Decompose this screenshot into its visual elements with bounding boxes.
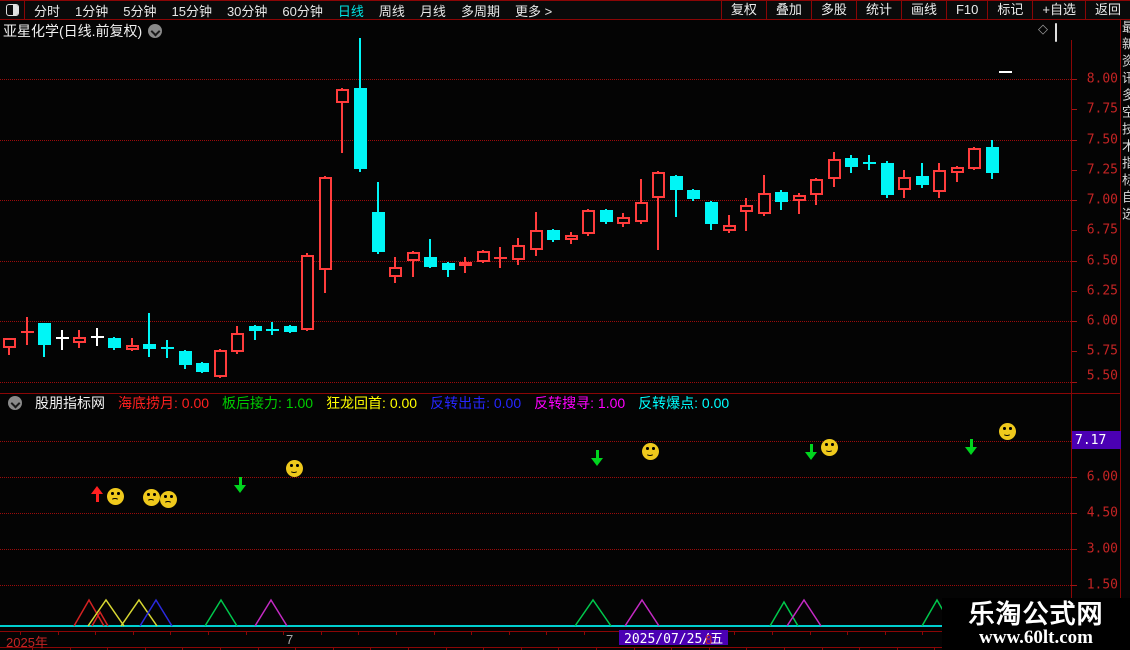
smiley-face-icon (999, 423, 1016, 440)
time-axis-tick (321, 632, 322, 635)
time-axis-tick (471, 632, 472, 635)
smiley-face-icon (642, 443, 659, 460)
time-axis-tick (922, 632, 923, 635)
signal-triangle (204, 598, 238, 627)
indicator-gridline (0, 549, 1071, 550)
trading-app-window: 分时 1分钟 5分钟 15分钟 30分钟 60分钟 日线 周线 月线 多周期 更多 > 复权 叠加 多股… (0, 0, 1130, 650)
time-axis-year-label: 2025年 (6, 635, 48, 650)
signal-triangle (786, 598, 822, 627)
indicator-axis-label: 1.50 (1086, 577, 1118, 593)
right-strip-label: 最新资讯多空技术指标自选 (1121, 20, 1130, 224)
arrow-head (805, 452, 817, 460)
down-arrow-icon (591, 450, 603, 466)
down-arrow-icon (234, 477, 246, 493)
signal-triangle (254, 598, 288, 627)
smiley-face-icon (821, 439, 838, 456)
indicator-axis-label: 4.50 (1086, 505, 1118, 521)
time-axis-tick (734, 632, 735, 635)
down-arrow-icon (965, 439, 977, 455)
time-axis-tick (170, 632, 171, 635)
up-arrow-icon (91, 486, 103, 502)
indicator-panel[interactable]: 6.00 4.50 3.00 1.50 (0, 0, 1130, 650)
time-axis-tick (58, 632, 59, 635)
arrow-head (591, 458, 603, 466)
time-axis-month-label: 7 (286, 632, 294, 647)
time-axis-month-label: 8 (705, 632, 713, 647)
down-arrow-icon (805, 444, 817, 460)
watermark-title: 乐淘公式网 (968, 598, 1104, 629)
time-axis-tick (358, 632, 359, 635)
time-axis-tick (396, 632, 397, 635)
time-axis-tick (584, 632, 585, 635)
time-axis-tick (885, 632, 886, 635)
time-axis-tick (509, 632, 510, 635)
signal-triangle (769, 600, 799, 627)
current-value-badge: 7.17 (1072, 431, 1122, 449)
time-axis-tick (133, 632, 134, 635)
signal-triangle (139, 598, 173, 627)
signal-triangle (120, 598, 158, 627)
time-axis-tick (546, 632, 547, 635)
indicator-gridline (0, 513, 1071, 514)
arrow-head (91, 486, 103, 494)
time-axis-tick (283, 632, 284, 635)
arrow-stem (95, 493, 99, 502)
indicator-gridline (0, 441, 1071, 442)
sad-face-icon (143, 489, 160, 506)
time-axis-tick (810, 632, 811, 635)
watermark-url: www.60lt.com (979, 626, 1093, 648)
arrow-head (965, 447, 977, 455)
time-axis-tick (434, 632, 435, 635)
arrow-head (234, 485, 246, 493)
smiley-face-icon (286, 460, 303, 477)
indicator-gridline (0, 477, 1071, 478)
time-axis-tick (246, 632, 247, 635)
right-side-panel-strip[interactable]: 最新资讯多空技术指标自选 (1121, 20, 1130, 650)
watermark: 乐淘公式网 www.60lt.com (942, 598, 1130, 650)
signal-triangle (624, 598, 660, 627)
indicator-axis-label: 6.00 (1086, 469, 1118, 485)
indicator-axis-label: 3.00 (1086, 541, 1118, 557)
time-axis-tick (772, 632, 773, 635)
time-axis-tick (208, 632, 209, 635)
sad-face-icon (107, 488, 124, 505)
sad-face-icon (160, 491, 177, 508)
time-axis-tick (95, 632, 96, 635)
time-axis-tick (847, 632, 848, 635)
signal-triangle (574, 598, 612, 627)
indicator-gridline (0, 585, 1071, 586)
